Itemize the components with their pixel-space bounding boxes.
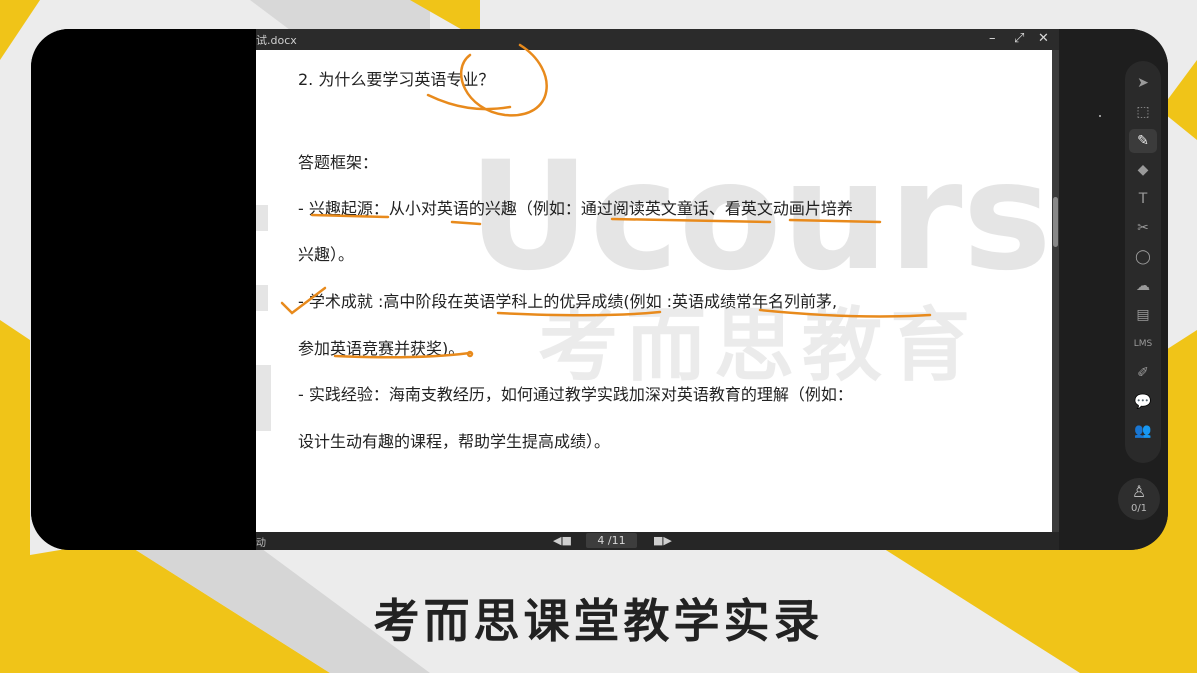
page-indicator: 4 /11 <box>586 533 637 548</box>
circle-icon[interactable]: ◯ <box>1129 245 1157 269</box>
next-page-icon[interactable]: ■▶ <box>653 534 672 547</box>
edit-box-icon[interactable]: ✐ <box>1129 361 1157 385</box>
doc-line-academic-cont: 参加英语竞赛并获奖)。 <box>298 339 465 358</box>
camera-area <box>31 29 256 550</box>
doc-line-practice-cont: 设计生动有趣的课程，帮助学生提高成绩）。 <box>298 432 611 451</box>
users-icon[interactable]: 👥 <box>1129 419 1157 443</box>
seat-counter[interactable]: ♙ 0/1 <box>1118 478 1160 520</box>
doc-line-practice: - 实践经验：海南支教经历，如何通过教学实践加深对英语教育的理解（例如： <box>298 385 853 404</box>
video-caption: 考而思课堂教学实录 <box>373 594 824 648</box>
document-page: 2. 为什么要学习英语专业？ 答题框架： - 兴趣起源：从小对英语的兴趣（例如：… <box>256 50 1052 532</box>
title-bar: 试.docx – ⤢ ✕ <box>256 29 1059 50</box>
prev-page-icon[interactable]: ◀■ <box>553 534 572 547</box>
minimize-icon[interactable]: – <box>989 30 996 48</box>
cloud-icon[interactable]: ☁ <box>1129 274 1157 298</box>
framework-label: 答题框架： <box>298 153 379 172</box>
pointer-icon[interactable]: ➤ <box>1129 71 1157 95</box>
auto-label: 动 <box>256 538 266 549</box>
question-heading: 2. 为什么要学习英语专业？ <box>298 70 495 89</box>
seat-icon: ♙ <box>1131 482 1147 501</box>
close-icon[interactable]: ✕ <box>1038 30 1049 48</box>
chat-icon[interactable]: 💬 <box>1129 390 1157 414</box>
seat-count: 0/1 <box>1130 503 1148 514</box>
bottom-bar: 动 ◀■ 4 /11 ■▶ <box>256 532 1059 550</box>
restore-icon[interactable]: ⤢ <box>1014 30 1024 48</box>
scissors-icon[interactable]: ✂ <box>1129 216 1157 240</box>
text-icon[interactable]: T <box>1129 187 1157 211</box>
indicator-dot <box>1099 115 1101 117</box>
document-title: 试.docx <box>256 34 297 47</box>
select-region-icon[interactable]: ⬚ <box>1129 100 1157 124</box>
device-frame: 试.docx – ⤢ ✕ 2. 为什么要学习英语专业？ 答题框架： - 兴趣起源… <box>31 29 1168 550</box>
doc-line-interest-cont: 兴趣）。 <box>298 245 355 264</box>
doc-line-academic: - 学术成就 :高中阶段在英语学科上的优异成绩(例如 :英语成绩常年名列前茅, <box>298 292 838 311</box>
document-window: 试.docx – ⤢ ✕ 2. 为什么要学习英语专业？ 答题框架： - 兴趣起源… <box>256 29 1059 550</box>
annotation-toolbar: ➤ ⬚ ✎ ◆ T ✂ ◯ ☁ ▤ LMS ✐ 💬 👥 <box>1125 61 1161 463</box>
page-scrollbar[interactable] <box>1052 50 1059 532</box>
doc-line-interest: - 兴趣起源：从小对英语的兴趣（例如：通过阅读英文童话、看英文动画片培养 <box>298 199 853 218</box>
side-scrollbar[interactable] <box>1053 197 1058 247</box>
eraser-icon[interactable]: ◆ <box>1129 158 1157 182</box>
toolbox-icon[interactable]: ▤ <box>1129 303 1157 327</box>
pen-icon[interactable]: ✎ <box>1129 129 1157 153</box>
lms-icon[interactable]: LMS <box>1129 332 1157 356</box>
